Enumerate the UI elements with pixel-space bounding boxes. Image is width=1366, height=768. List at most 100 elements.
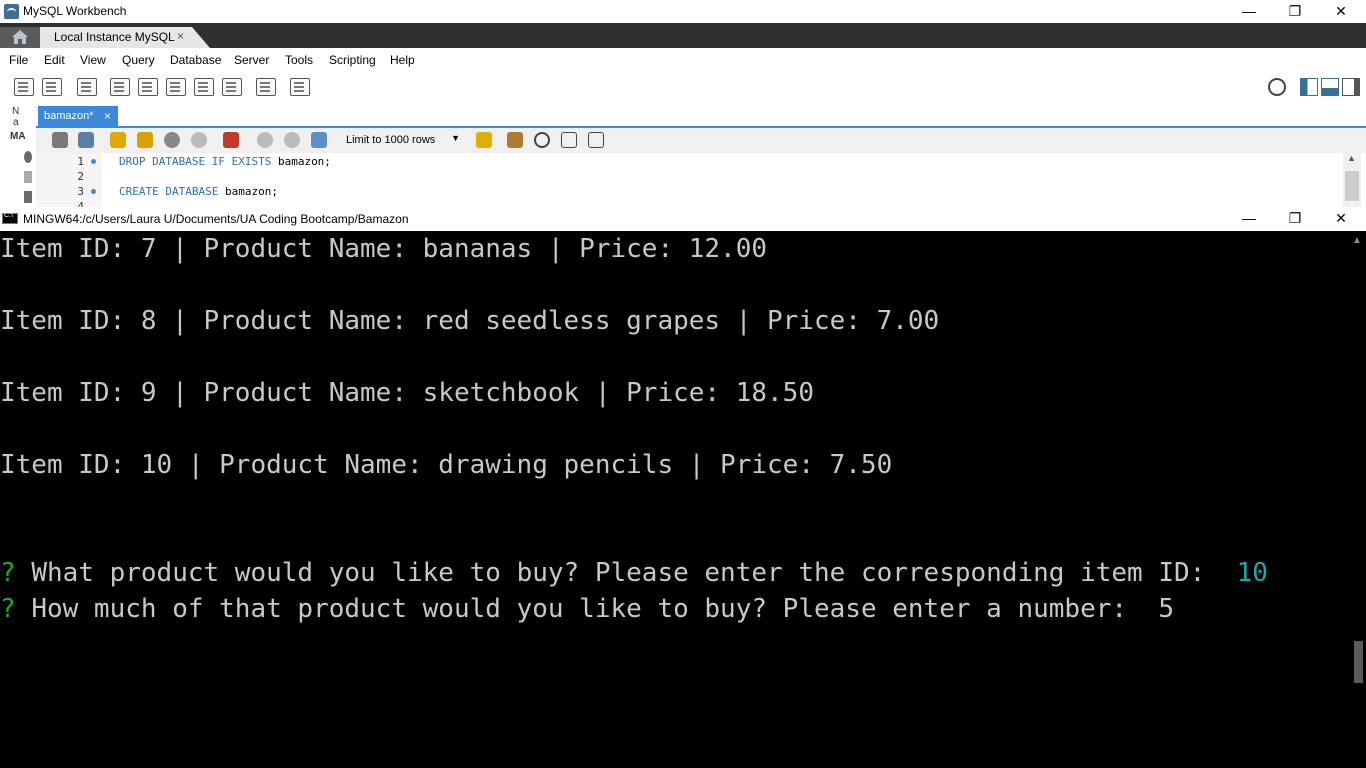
create-table-icon[interactable] bbox=[138, 78, 158, 96]
new-sql-tab-icon[interactable] bbox=[14, 78, 34, 96]
limit-rows-select[interactable]: Limit to 1000 rows ▼ bbox=[340, 131, 464, 149]
sql-identifier: bamazon; bbox=[218, 185, 278, 198]
menu-tools[interactable]: Tools bbox=[285, 53, 313, 67]
toggle-secondary-sidebar-icon[interactable] bbox=[1342, 78, 1360, 96]
editor-scrollbar[interactable]: ▲ bbox=[1343, 153, 1361, 211]
beautify-icon[interactable] bbox=[507, 132, 523, 148]
explain-icon[interactable] bbox=[164, 132, 180, 148]
maximize-button[interactable]: ❐ bbox=[1272, 207, 1318, 230]
terminal-line: Item ID: 9 | Product Name: sketchbook | … bbox=[0, 378, 814, 408]
sql-editor-tabbar: bamazon* × bbox=[36, 104, 1366, 128]
minimize-button[interactable]: — bbox=[1226, 0, 1272, 23]
prompt-answer: 5 bbox=[1158, 594, 1175, 624]
sidebar-label: N bbox=[12, 106, 20, 117]
close-button[interactable]: ✕ bbox=[1318, 207, 1364, 230]
sidebar-label: a bbox=[13, 117, 19, 128]
workbench-title: MySQL Workbench bbox=[23, 4, 127, 18]
add-snippet-icon[interactable] bbox=[476, 132, 492, 148]
settings-gear-icon[interactable] bbox=[1268, 78, 1286, 96]
schema-icon[interactable] bbox=[24, 191, 32, 203]
schema-icon[interactable] bbox=[24, 151, 32, 163]
tab-label: Local Instance MySQL bbox=[54, 30, 175, 44]
prompt-line: ? What product would you like to buy? Pl… bbox=[0, 555, 1268, 591]
terminal-app-icon bbox=[2, 212, 18, 224]
menu-database[interactable]: Database bbox=[170, 53, 221, 67]
prompt-question: How much of that product would you like … bbox=[31, 594, 1128, 624]
create-view-icon[interactable] bbox=[166, 78, 186, 96]
close-button[interactable]: ✕ bbox=[1318, 0, 1364, 23]
find-icon[interactable] bbox=[534, 132, 550, 148]
menu-view[interactable]: View bbox=[80, 53, 106, 67]
limit-rows-value: Limit to 1000 rows bbox=[346, 134, 436, 146]
mysql-workbench-window: MySQL Workbench — ❐ ✕ Local Instance MyS… bbox=[0, 0, 1366, 213]
create-function-icon[interactable] bbox=[222, 78, 242, 96]
main-toolbar bbox=[0, 70, 1366, 104]
code-line: CREATE DATABASE bamazon; bbox=[119, 185, 278, 198]
toggle-error-icon[interactable] bbox=[223, 132, 239, 148]
open-file-icon[interactable] bbox=[52, 132, 68, 148]
autocommit-icon[interactable] bbox=[311, 132, 327, 148]
prompt-marker: ? bbox=[0, 558, 16, 588]
line-number: 3 bbox=[77, 185, 84, 198]
terminal-line: Item ID: 8 | Product Name: red seedless … bbox=[0, 306, 940, 336]
navigator-sidebar: N a MA bbox=[0, 104, 36, 211]
tab-local-instance[interactable]: Local Instance MySQL × bbox=[40, 27, 210, 48]
terminal-output[interactable]: Item ID: 7 | Product Name: bananas | Pri… bbox=[0, 231, 1366, 768]
mysql-dolphin-icon bbox=[4, 4, 19, 19]
menu-file[interactable]: File bbox=[9, 53, 28, 67]
prompt-marker: ? bbox=[0, 594, 16, 624]
home-icon bbox=[12, 30, 28, 44]
workbench-titlebar: MySQL Workbench — ❐ ✕ bbox=[0, 0, 1366, 23]
rollback-icon[interactable] bbox=[284, 132, 300, 148]
statement-marker-icon bbox=[91, 189, 96, 194]
reconnect-icon[interactable] bbox=[290, 78, 310, 96]
execute-icon[interactable] bbox=[110, 132, 126, 148]
save-icon[interactable] bbox=[78, 132, 94, 148]
terminal-scrollbar[interactable]: ▲ bbox=[1349, 231, 1366, 768]
sql-identifier: bamazon; bbox=[271, 155, 331, 168]
scroll-thumb[interactable] bbox=[1345, 171, 1359, 201]
toggle-output-icon[interactable] bbox=[1321, 78, 1339, 96]
terminal-titlebar: MINGW64:/c/Users/Laura U/Documents/UA Co… bbox=[0, 207, 1366, 231]
sql-editor[interactable]: 1 2 3 4 DROP DATABASE IF EXISTS bamazon;… bbox=[36, 153, 1366, 213]
minimize-button[interactable]: — bbox=[1226, 207, 1272, 230]
statement-marker-icon bbox=[91, 159, 96, 164]
sql-keyword: CREATE DATABASE bbox=[119, 185, 219, 198]
tab-close-icon[interactable]: × bbox=[177, 29, 184, 43]
tab-label: bamazon* bbox=[44, 110, 94, 122]
wrap-lines-icon[interactable] bbox=[588, 132, 604, 148]
menu-query[interactable]: Query bbox=[122, 53, 155, 67]
scroll-thumb[interactable] bbox=[1354, 641, 1363, 683]
tab-close-icon[interactable]: × bbox=[104, 109, 111, 123]
terminal-line: Item ID: 7 | Product Name: bananas | Pri… bbox=[0, 234, 768, 264]
search-table-data-icon[interactable] bbox=[256, 78, 276, 96]
menu-server[interactable]: Server bbox=[234, 53, 269, 67]
toggle-sidebar-icon[interactable] bbox=[1300, 78, 1318, 96]
create-procedure-icon[interactable] bbox=[194, 78, 214, 96]
sql-keyword: DROP DATABASE IF EXISTS bbox=[119, 155, 272, 168]
scroll-up-icon[interactable]: ▲ bbox=[1352, 235, 1362, 246]
maximize-button[interactable]: ❐ bbox=[1272, 0, 1318, 23]
scroll-up-icon[interactable]: ▲ bbox=[1347, 153, 1356, 163]
line-gutter: 1 2 3 4 bbox=[36, 153, 102, 213]
terminal-line: Item ID: 10 | Product Name: drawing penc… bbox=[0, 450, 893, 480]
code-line: DROP DATABASE IF EXISTS bamazon; bbox=[119, 155, 331, 168]
execute-current-icon[interactable] bbox=[137, 132, 153, 148]
prompt-line: ? How much of that product would you lik… bbox=[0, 591, 1174, 627]
line-number: 1 bbox=[77, 155, 84, 168]
chevron-down-icon: ▼ bbox=[451, 133, 460, 143]
create-schema-icon[interactable] bbox=[110, 78, 130, 96]
sidebar-label: MA bbox=[10, 131, 26, 142]
invisible-chars-icon[interactable] bbox=[561, 132, 577, 148]
menu-edit[interactable]: Edit bbox=[44, 53, 65, 67]
stop-icon[interactable] bbox=[191, 132, 207, 148]
home-tab[interactable] bbox=[0, 27, 40, 48]
tab-bamazon-sql[interactable]: bamazon* × bbox=[38, 106, 118, 126]
open-sql-script-icon[interactable] bbox=[42, 78, 62, 96]
menubar: File Edit View Query Database Server Too… bbox=[0, 48, 1366, 70]
commit-icon[interactable] bbox=[257, 132, 273, 148]
inspector-icon[interactable] bbox=[77, 78, 97, 96]
menu-scripting[interactable]: Scripting bbox=[329, 53, 376, 67]
menu-help[interactable]: Help bbox=[390, 53, 415, 67]
schema-icon[interactable] bbox=[24, 171, 32, 183]
